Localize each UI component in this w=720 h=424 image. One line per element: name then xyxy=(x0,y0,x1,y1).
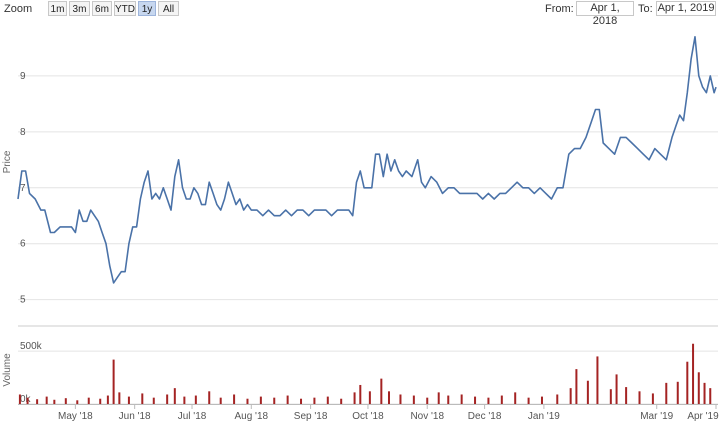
volume-bar xyxy=(651,393,654,404)
volume-bar xyxy=(99,398,102,404)
volume-bar xyxy=(106,395,109,404)
x-tick-label: Jun '18 xyxy=(119,411,151,422)
x-tick-label: Aug '18 xyxy=(234,411,268,422)
volume-bar xyxy=(64,398,67,404)
volume-bar xyxy=(575,369,578,404)
volume-bar xyxy=(183,396,186,404)
volume-bar xyxy=(447,395,450,404)
volume-bar xyxy=(676,381,679,404)
volume-bar xyxy=(399,394,402,404)
x-tick-label: Jul '18 xyxy=(178,411,207,422)
x-tick-label: Apr '19 xyxy=(687,411,719,422)
volume-tick-label: 500k xyxy=(20,341,43,352)
volume-bar xyxy=(596,356,599,404)
volume-bar xyxy=(141,393,144,404)
volume-bar xyxy=(233,394,236,404)
volume-bar xyxy=(437,392,440,404)
volume-axis-title: Volume xyxy=(2,353,13,387)
volume-bar xyxy=(219,397,222,404)
volume-bar xyxy=(474,396,477,404)
volume-bar xyxy=(686,361,689,404)
volume-bar xyxy=(380,378,383,404)
volume-bar xyxy=(87,397,90,404)
volume-bar xyxy=(246,398,249,404)
volume-bar xyxy=(208,391,211,404)
volume-bar xyxy=(76,400,79,404)
price-tick-label: 8 xyxy=(20,127,26,138)
volume-tick-label: 0k xyxy=(20,394,32,405)
x-tick-label: Nov '18 xyxy=(410,411,444,422)
price-tick-label: 7 xyxy=(20,183,26,194)
price-tick-label: 6 xyxy=(20,239,26,250)
price-y-axis: 5 6 7 8 9 xyxy=(20,71,26,306)
volume-bars xyxy=(18,343,712,404)
volume-bar xyxy=(173,388,176,404)
x-tick-label: May '18 xyxy=(58,411,93,422)
volume-bar xyxy=(412,395,415,404)
volume-bar xyxy=(313,397,316,404)
volume-bar xyxy=(697,372,700,404)
volume-bar xyxy=(326,396,329,404)
volume-bar xyxy=(709,388,712,404)
volume-bar xyxy=(514,392,517,404)
x-tick-label: Jan '19 xyxy=(528,411,560,422)
volume-bar xyxy=(569,388,572,404)
volume-bar xyxy=(586,380,589,404)
volume-bar xyxy=(692,343,695,404)
volume-bar xyxy=(487,397,490,404)
volume-bar xyxy=(625,387,628,404)
volume-bar xyxy=(26,397,29,404)
volume-bar xyxy=(638,391,641,404)
price-tick-label: 5 xyxy=(20,295,26,306)
volume-bar xyxy=(53,399,56,404)
volume-bar xyxy=(118,392,121,404)
volume-bar xyxy=(556,394,559,404)
volume-y-axis: 0k 500k xyxy=(20,341,43,405)
volume-bar xyxy=(703,382,706,404)
price-line xyxy=(17,36,717,284)
volume-bar xyxy=(665,382,668,404)
volume-bar xyxy=(112,359,115,404)
stock-chart: Zoom 1m 3m 6m YTD 1y All From: Apr 1, 20… xyxy=(0,0,720,424)
price-axis-title: Price xyxy=(2,150,13,173)
x-tick-label: Oct '18 xyxy=(352,411,384,422)
volume-bar xyxy=(259,396,262,404)
volume-bar xyxy=(152,397,155,404)
volume-bar xyxy=(368,391,371,404)
volume-bar xyxy=(300,398,303,404)
volume-bar xyxy=(426,397,429,404)
volume-bar xyxy=(340,398,343,404)
volume-bar xyxy=(353,392,356,404)
price-tick-label: 9 xyxy=(20,71,26,82)
x-tick-label: Sep '18 xyxy=(294,411,328,422)
volume-bar xyxy=(460,394,463,404)
volume-bar xyxy=(273,397,276,404)
volume-bar xyxy=(166,394,169,404)
volume-bar xyxy=(500,395,503,404)
volume-bar xyxy=(194,395,197,404)
chart-canvas: 5 6 7 8 9 0k 500k Price Volume May '18 Jun '18… xyxy=(2,36,719,422)
volume-bar xyxy=(45,396,48,404)
volume-bar xyxy=(286,395,289,404)
volume-bar xyxy=(387,391,390,404)
volume-bar xyxy=(527,397,530,404)
x-tick-label: Mar '19 xyxy=(640,411,673,422)
volume-bar xyxy=(615,374,618,404)
volume-bar xyxy=(36,399,39,404)
volume-grid xyxy=(18,350,718,405)
volume-bar xyxy=(18,394,21,404)
volume-bar xyxy=(359,384,362,404)
x-tick-label: Dec '18 xyxy=(468,411,502,422)
volume-bar xyxy=(127,396,130,404)
x-axis: May '18 Jun '18 Jul '18 Aug '18 Sep '18 Oct '… xyxy=(18,404,719,422)
volume-bar xyxy=(609,389,612,404)
volume-bar xyxy=(540,396,543,404)
